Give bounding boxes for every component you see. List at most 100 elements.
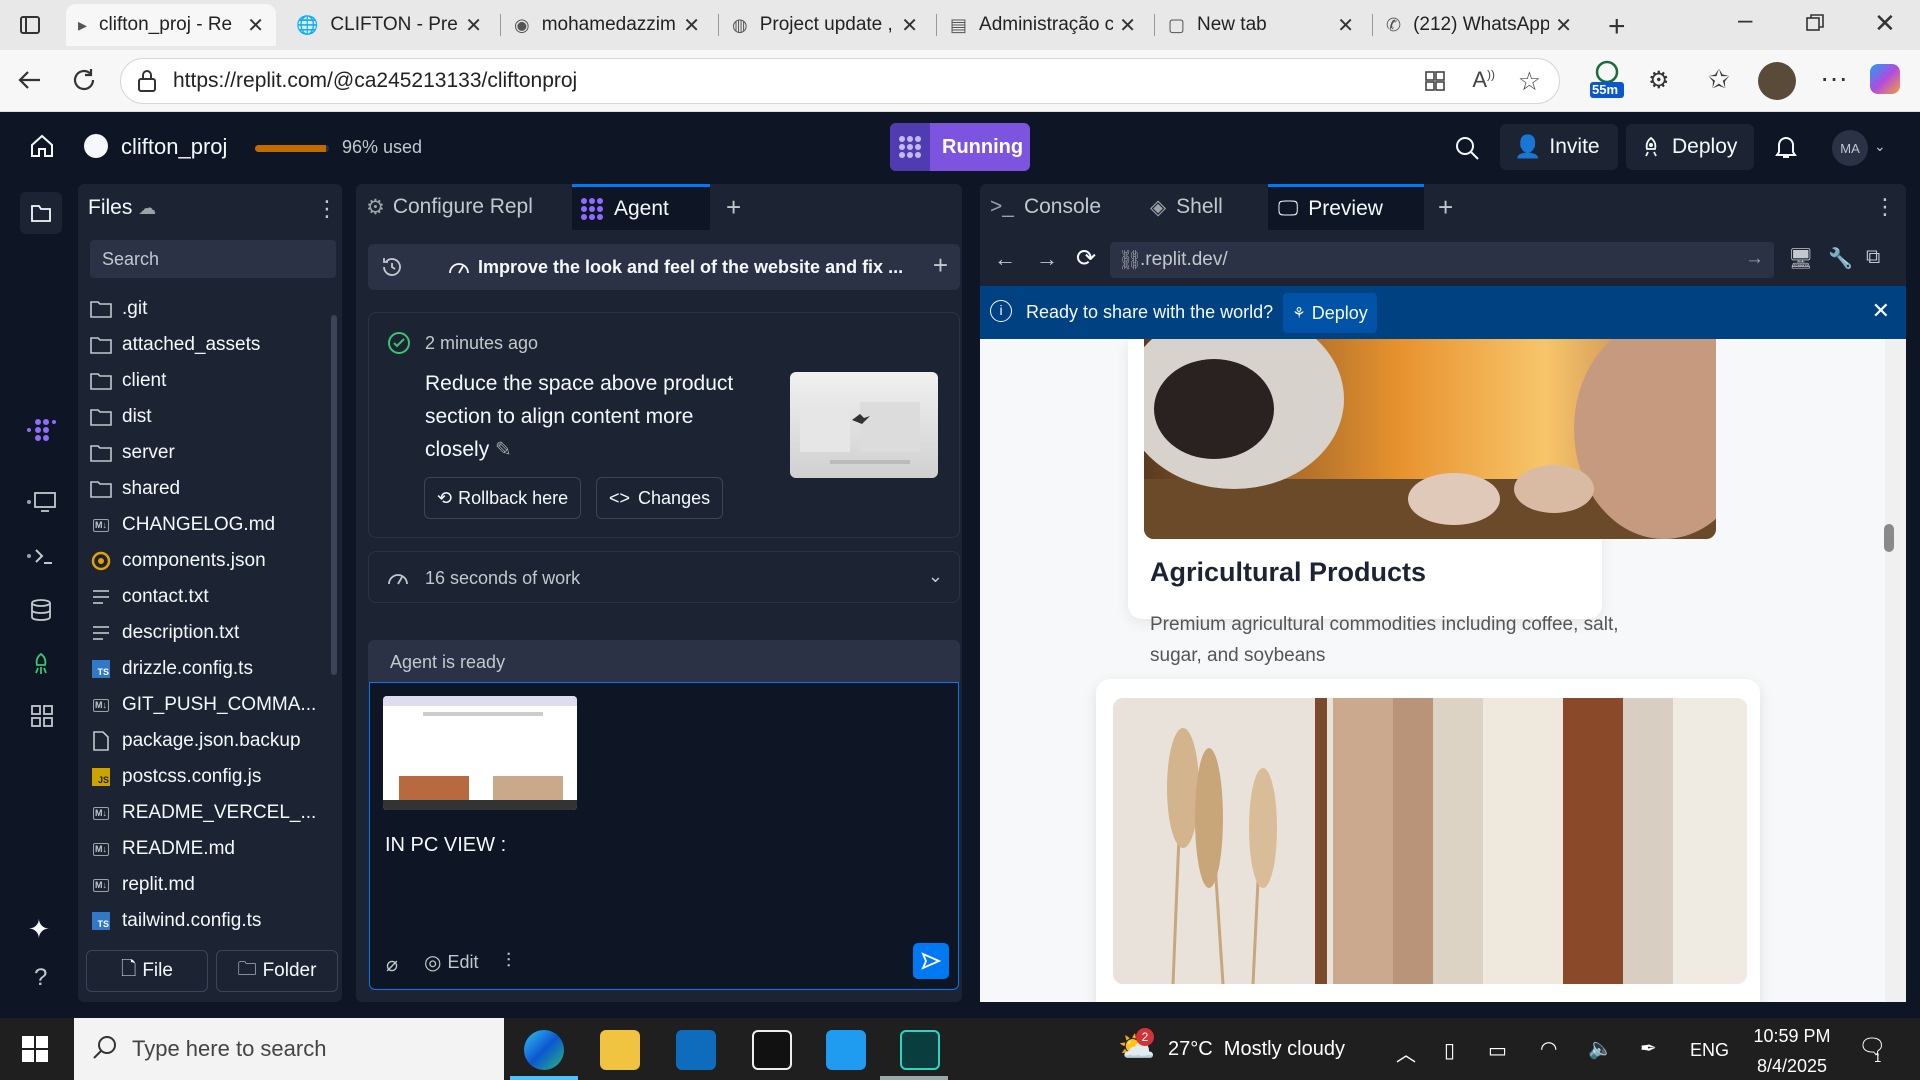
- tab-agent[interactable]: Agent: [572, 184, 710, 230]
- tab-configure-repl[interactable]: ⚙ Configure Repl: [366, 184, 566, 230]
- tab-close-icon[interactable]: ✕: [1119, 13, 1136, 38]
- rollback-button[interactable]: ⟲ Rollback here: [424, 477, 582, 519]
- home-icon[interactable]: [28, 132, 56, 160]
- profile-avatar-icon[interactable]: [1758, 62, 1796, 100]
- attached-screenshot[interactable]: [383, 696, 577, 810]
- browser-tab[interactable]: ✆ (212) WhatsApp ✕: [1374, 4, 1584, 46]
- tab-close-icon[interactable]: ✕: [683, 13, 700, 38]
- url-field[interactable]: https://replit.com/@ca245213133/cliftonp…: [120, 58, 1560, 104]
- new-tab-icon[interactable]: +: [1608, 10, 1626, 44]
- extension-badge-icon[interactable]: 55m: [1588, 58, 1626, 100]
- tab-close-icon[interactable]: ✕: [465, 13, 482, 38]
- vscode-icon[interactable]: [826, 1030, 866, 1070]
- extensions-icon[interactable]: ⚙: [1648, 66, 1670, 95]
- wifi-icon[interactable]: ◠: [1540, 1036, 1557, 1061]
- run-button[interactable]: Running: [890, 123, 1030, 171]
- tab-close-icon[interactable]: ✕: [901, 13, 918, 38]
- file-tree-item[interactable]: M↓ README_VERCEL_...: [90, 796, 316, 830]
- tab-shell[interactable]: ◈ Shell: [1150, 184, 1250, 230]
- file-tree-item[interactable]: client: [90, 364, 166, 398]
- add-tab-icon[interactable]: +: [726, 192, 741, 223]
- invite-button[interactable]: 👤 Invite: [1500, 124, 1618, 170]
- file-explorer-icon[interactable]: [600, 1030, 640, 1070]
- tab-preview[interactable]: 🖵 Preview: [1268, 184, 1424, 230]
- favorite-star-icon[interactable]: ☆: [1518, 66, 1541, 97]
- file-tree-item[interactable]: TS tailwind.config.ts: [90, 904, 261, 938]
- new-task-icon[interactable]: +: [933, 250, 948, 281]
- preview-scroll-thumb[interactable]: [1884, 524, 1894, 552]
- clock-time[interactable]: 10:59 PM: [1752, 1026, 1832, 1047]
- checkpoint-thumbnail[interactable]: [790, 372, 938, 478]
- windows-start-icon[interactable]: [22, 1036, 48, 1062]
- tab-close-icon[interactable]: ✕: [247, 13, 264, 38]
- preview-forward-icon[interactable]: →: [1036, 246, 1058, 272]
- file-tree-item[interactable]: description.txt: [90, 616, 239, 650]
- edit-mode-button[interactable]: ◎ Edit: [424, 950, 478, 975]
- deploy-button[interactable]: Deploy: [1626, 124, 1754, 170]
- shell-rail-icon[interactable]: [26, 544, 56, 568]
- notifications-bell-icon[interactable]: [1774, 134, 1798, 160]
- banner-deploy-button[interactable]: ⚘ Deploy: [1283, 293, 1377, 333]
- help-icon[interactable]: ?: [34, 964, 47, 992]
- favorites-icon[interactable]: ✩: [1708, 64, 1730, 95]
- file-tree-item[interactable]: M↓ replit.md: [90, 868, 195, 902]
- search-icon[interactable]: [1454, 135, 1480, 161]
- minimize-icon[interactable]: –: [1738, 4, 1752, 35]
- copilot-icon[interactable]: [1870, 64, 1900, 94]
- back-icon[interactable]: [16, 66, 44, 94]
- file-tree-item[interactable]: TS drizzle.config.ts: [90, 652, 253, 686]
- tab-close-icon[interactable]: ✕: [1555, 13, 1572, 38]
- agent-rail-icon[interactable]: [26, 418, 56, 442]
- tab-close-icon[interactable]: ✕: [1337, 13, 1354, 38]
- outlook-icon[interactable]: [676, 1030, 716, 1070]
- device-icon[interactable]: ▯: [1444, 1038, 1455, 1063]
- input-text[interactable]: IN PC VIEW :: [385, 834, 506, 857]
- wrench-icon[interactable]: 🔧: [1828, 246, 1853, 271]
- more-icon[interactable]: ···: [1820, 62, 1848, 94]
- battery-icon[interactable]: ▭: [1488, 1038, 1507, 1063]
- file-tree-item[interactable]: package.json.backup: [90, 724, 301, 758]
- language-indicator[interactable]: ENG: [1690, 1040, 1729, 1061]
- add-preview-tab-icon[interactable]: +: [1438, 192, 1453, 223]
- close-window-icon[interactable]: ✕: [1874, 8, 1896, 39]
- pen-icon[interactable]: ✒: [1640, 1036, 1657, 1061]
- browser-tab[interactable]: ◉ mohamedazzim ✕: [502, 4, 712, 46]
- browser-tab[interactable]: ▢ New tab ✕: [1156, 4, 1366, 46]
- open-new-window-icon[interactable]: ⧉: [1866, 246, 1880, 269]
- attach-icon[interactable]: ⌀: [386, 952, 398, 977]
- file-tree-item[interactable]: M↓ CHANGELOG.md: [90, 508, 275, 542]
- new-file-button[interactable]: 🗋 File: [86, 950, 208, 992]
- sparkle-icon[interactable]: ✦: [28, 914, 50, 945]
- read-aloud-icon[interactable]: A)): [1472, 67, 1495, 93]
- all-tools-icon[interactable]: [30, 704, 54, 728]
- database-icon[interactable]: [30, 598, 52, 622]
- preview-back-icon[interactable]: ←: [994, 246, 1016, 272]
- app-taskbar-icon[interactable]: [900, 1030, 940, 1070]
- browser-tab[interactable]: 🌐 CLIFTON - Prem ✕: [284, 4, 494, 46]
- browser-tab[interactable]: ▸ clifton_proj - Re ✕: [66, 4, 276, 46]
- file-tree-item[interactable]: contact.txt: [90, 580, 209, 614]
- weather-text[interactable]: 27°C Mostly cloudy: [1168, 1038, 1345, 1061]
- files-search-input[interactable]: Search: [90, 240, 336, 278]
- banner-close-icon[interactable]: ✕: [1872, 298, 1890, 324]
- new-folder-button[interactable]: 🗀 Folder: [216, 950, 338, 992]
- volume-icon[interactable]: 🔈: [1588, 1036, 1613, 1061]
- tab-console[interactable]: >_ Console: [990, 184, 1120, 230]
- reload-icon[interactable]: [70, 66, 98, 94]
- restore-icon[interactable]: [1806, 14, 1824, 32]
- file-tree-item[interactable]: JS postcss.config.js: [90, 760, 261, 794]
- history-icon[interactable]: [380, 255, 404, 279]
- preview-reload-icon[interactable]: ⟳: [1076, 244, 1096, 273]
- edge-taskbar-icon[interactable]: [524, 1030, 564, 1070]
- devtools-icon[interactable]: 🖥: [1788, 246, 1813, 271]
- avatar-chevron-icon[interactable]: ⌄: [1874, 138, 1886, 155]
- preview-menu-icon[interactable]: ⋮: [1874, 194, 1896, 220]
- files-scrollbar[interactable]: [331, 315, 337, 675]
- file-tree-item[interactable]: shared: [90, 472, 180, 506]
- clock-date[interactable]: 8/4/2025: [1752, 1056, 1832, 1077]
- deployments-rail-icon[interactable]: [30, 652, 52, 676]
- changes-button[interactable]: <> Changes: [596, 477, 724, 519]
- taskbar-search-input[interactable]: Type here to search: [74, 1018, 504, 1080]
- file-tree-item[interactable]: attached_assets: [90, 328, 260, 362]
- browser-tab[interactable]: ◍ Project update , ✕: [720, 4, 930, 46]
